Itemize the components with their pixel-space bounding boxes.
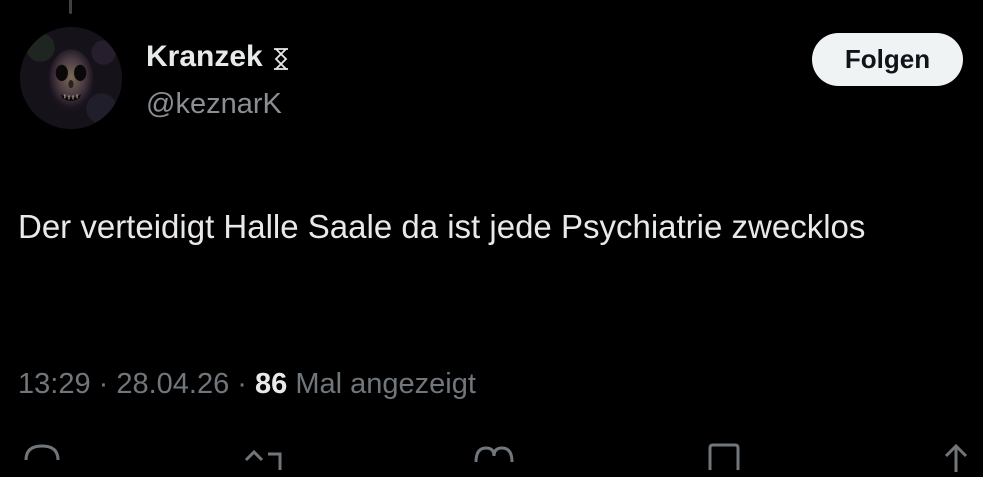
tweet-time[interactable]: 13:29 (18, 368, 91, 400)
hourglass-icon (271, 45, 291, 70)
meta-separator: · (90, 368, 117, 400)
tweet-text: Der verteidigt Halle Saale da ist jede P… (18, 208, 866, 245)
mask-face-avatar-image (20, 27, 122, 129)
thread-connector-line (69, 0, 72, 14)
tweet-meta: 13:29 · 28.04.26 · 86 Mal angezeigt (18, 368, 476, 401)
bookmark-icon[interactable] (704, 440, 744, 477)
share-icon[interactable] (938, 440, 974, 477)
retweet-icon[interactable] (240, 440, 288, 477)
avatar[interactable] (20, 27, 122, 129)
reply-icon[interactable] (20, 440, 64, 477)
like-icon[interactable] (470, 440, 518, 477)
meta-separator: · (229, 368, 256, 400)
author-handle[interactable]: @keznarK (146, 88, 282, 121)
follow-button[interactable]: Folgen (812, 33, 963, 86)
views-label: Mal angezeigt (287, 368, 476, 400)
author-display-name[interactable]: Kranzek (146, 40, 291, 74)
author-name-text[interactable]: Kranzek (146, 40, 263, 74)
views-count: 86 (255, 368, 288, 400)
tweet-date[interactable]: 28.04.26 (116, 368, 229, 400)
